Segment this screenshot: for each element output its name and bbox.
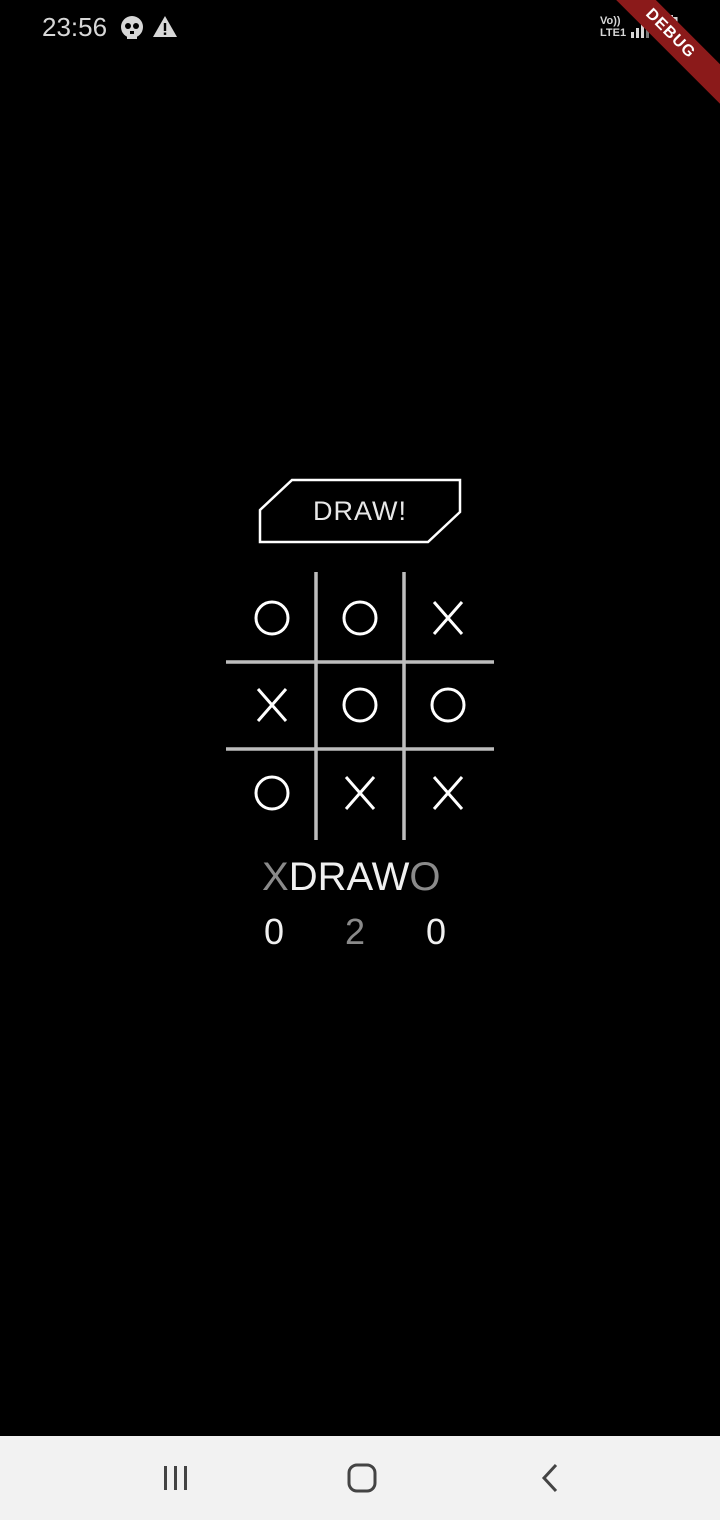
draw-score: 2 (345, 911, 366, 952)
recent-apps-button[interactable] (154, 1458, 198, 1498)
x-score: 0 (264, 911, 285, 952)
home-button[interactable] (340, 1458, 384, 1498)
warning-icon (152, 14, 180, 42)
board-cell-2-0[interactable] (228, 749, 316, 837)
board-cell-1-1[interactable] (316, 661, 404, 749)
board-cell-0-1[interactable] (316, 574, 404, 662)
x-mark-icon (432, 601, 464, 635)
board-cell-1-2[interactable] (404, 661, 492, 749)
o-player-label: O (409, 855, 441, 899)
result-label: DRAW! (313, 496, 407, 526)
o-mark-icon (342, 687, 378, 723)
o-score: 0 (426, 911, 447, 952)
o-mark-icon (254, 775, 290, 811)
x-player-label: X (262, 855, 289, 899)
back-icon (541, 1463, 558, 1493)
back-button[interactable] (528, 1458, 572, 1498)
status-time: 23:56 (42, 12, 108, 42)
game-board (226, 572, 494, 840)
draw-label: DRAW (288, 855, 410, 899)
status-bar: 23:56 Vo)) LTE1 (0, 0, 720, 56)
board-cell-0-2[interactable] (404, 574, 492, 662)
result-banner: DRAW! (258, 478, 462, 544)
x-mark-icon (256, 688, 288, 722)
o-mark-icon (430, 687, 466, 723)
recent-apps-icon (164, 1466, 187, 1490)
o-mark-icon (342, 600, 378, 636)
x-mark-icon (344, 776, 376, 810)
board-cell-2-2[interactable] (404, 749, 492, 837)
navigation-bar (0, 1436, 720, 1520)
x-mark-icon (432, 776, 464, 810)
skull-icon (118, 14, 146, 42)
o-mark-icon (254, 600, 290, 636)
board-cell-2-1[interactable] (316, 749, 404, 837)
home-icon (347, 1463, 377, 1493)
board-cell-0-0[interactable] (228, 574, 316, 662)
scoreboard-labels: XDRAWO (262, 852, 441, 902)
board-cell-1-0[interactable] (228, 661, 316, 749)
